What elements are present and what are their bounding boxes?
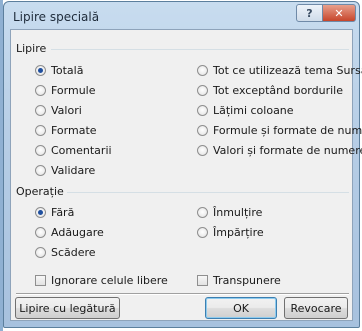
paste-option-formulas-number-formats[interactable]: Formule și formate de numere <box>197 124 362 137</box>
option-label: Tot exceptând bordurile <box>213 84 343 97</box>
option-label: Formule <box>51 84 96 97</box>
button-label: Revocare <box>290 301 342 315</box>
operation-option-add[interactable]: Adăugare <box>35 226 104 239</box>
operation-group-label: Operație <box>16 185 64 198</box>
option-label: Adăugare <box>51 226 104 239</box>
option-label: Împărțire <box>213 226 264 239</box>
help-button[interactable]: ? <box>296 4 323 22</box>
radio-button[interactable] <box>35 125 46 136</box>
radio-button[interactable] <box>197 105 208 116</box>
button-label: Lipire cu legătură <box>19 301 116 315</box>
separator <box>16 293 349 295</box>
radio-button[interactable] <box>35 247 46 258</box>
option-label: Formate <box>51 124 97 137</box>
paste-link-button[interactable]: Lipire cu legătură <box>15 297 120 319</box>
operation-group-divider <box>67 192 349 193</box>
paste-option-formulas[interactable]: Formule <box>35 84 96 97</box>
operation-option-subtract[interactable]: Scădere <box>35 246 96 259</box>
operation-option-multiply[interactable]: Înmulțire <box>197 206 262 219</box>
radio-button[interactable] <box>197 65 208 76</box>
paste-special-dialog: Lipire specială ? ✕ Lipire Totală Formul… <box>3 1 362 328</box>
paste-option-validation[interactable]: Validare <box>35 164 95 177</box>
dialog-client-area: Lipire Totală Formule Valori Formate Com… <box>10 29 362 321</box>
checkbox[interactable] <box>35 275 46 286</box>
checkbox-label: Ignorare celule libere <box>51 274 168 287</box>
option-label: Valori și formate de numere <box>213 144 362 157</box>
close-button[interactable]: ✕ <box>322 4 356 22</box>
paste-option-comments[interactable]: Comentarii <box>35 144 112 157</box>
radio-button[interactable] <box>35 85 46 96</box>
transpose-checkbox[interactable]: Transpunere <box>197 274 281 287</box>
paste-group-divider <box>51 49 349 50</box>
option-label: Formule și formate de numere <box>213 124 362 137</box>
paste-option-values[interactable]: Valori <box>35 104 82 117</box>
operation-option-divide[interactable]: Împărțire <box>197 226 264 239</box>
radio-button[interactable] <box>197 85 208 96</box>
radio-button[interactable] <box>197 145 208 156</box>
paste-group-label: Lipire <box>16 42 47 55</box>
option-label: Valori <box>51 104 82 117</box>
option-label: Fără <box>51 206 75 219</box>
option-label: Scădere <box>51 246 96 259</box>
paste-option-except-borders[interactable]: Tot exceptând bordurile <box>197 84 343 97</box>
radio-button[interactable] <box>35 105 46 116</box>
button-label: OK <box>233 301 249 315</box>
radio-button[interactable] <box>35 145 46 156</box>
operation-option-none[interactable]: Fără <box>35 206 74 219</box>
option-label: Lățimi coloane <box>213 104 294 117</box>
radio-button[interactable] <box>35 227 46 238</box>
option-label: Validare <box>51 164 96 177</box>
radio-button[interactable] <box>35 165 46 176</box>
cancel-button[interactable]: Revocare <box>284 297 348 319</box>
radio-button[interactable] <box>35 207 46 218</box>
radio-button[interactable] <box>197 227 208 238</box>
radio-button[interactable] <box>197 207 208 218</box>
paste-option-values-number-formats[interactable]: Valori și formate de numere <box>197 144 362 157</box>
option-label: Totală <box>51 64 84 77</box>
paste-option-column-widths[interactable]: Lățimi coloane <box>197 104 294 117</box>
help-icon: ? <box>306 6 313 20</box>
checkbox[interactable] <box>197 275 208 286</box>
dialog-title: Lipire specială <box>13 10 100 24</box>
paste-option-formats[interactable]: Formate <box>35 124 97 137</box>
ok-button[interactable]: OK <box>205 297 277 319</box>
radio-button[interactable] <box>197 125 208 136</box>
radio-button[interactable] <box>35 65 46 76</box>
close-icon: ✕ <box>334 6 344 20</box>
skip-blanks-checkbox[interactable]: Ignorare celule libere <box>35 274 168 287</box>
paste-option-all[interactable]: Totală <box>35 64 83 77</box>
paste-option-source-theme[interactable]: Tot ce utilizează tema Sursă <box>197 64 362 77</box>
option-label: Tot ce utilizează tema Sursă <box>213 64 362 77</box>
option-label: Înmulțire <box>213 206 263 219</box>
checkbox-label: Transpunere <box>213 274 281 287</box>
option-label: Comentarii <box>51 144 112 157</box>
